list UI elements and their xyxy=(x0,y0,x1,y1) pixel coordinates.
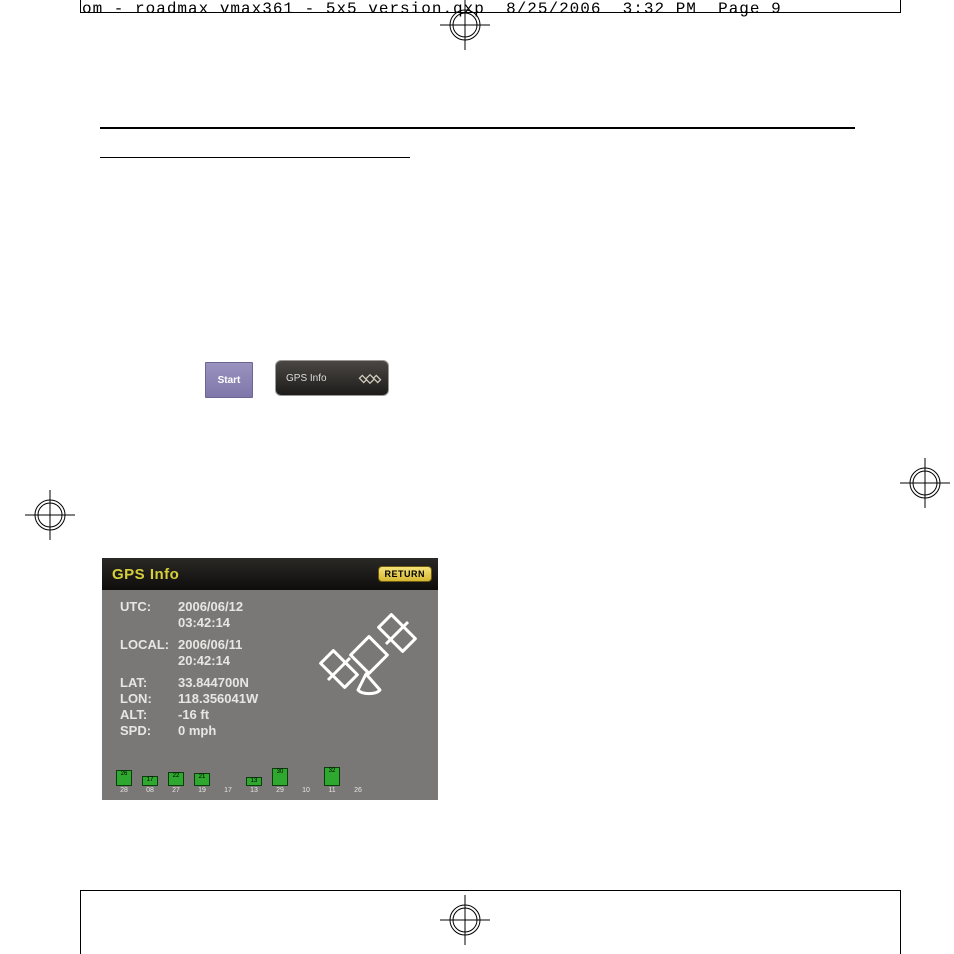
sat-bar: 2119 xyxy=(192,773,212,794)
horizontal-rule xyxy=(100,157,410,158)
utc-label: UTC: xyxy=(120,600,178,615)
sat-bar: 3029 xyxy=(270,768,290,794)
gps-info-screen: GPS Info RETURN UTC:2006/06/12 03:42:14 … xyxy=(102,558,438,800)
lon-value: 118.356041W xyxy=(178,692,258,707)
return-button[interactable]: RETURN xyxy=(378,566,433,582)
lat-label: LAT: xyxy=(120,676,178,691)
sat-bar: 2628 xyxy=(114,770,134,794)
satellite-icon xyxy=(358,367,382,394)
spd-label: SPD: xyxy=(120,724,178,739)
registration-mark-icon xyxy=(440,0,490,50)
gps-info-button[interactable]: GPS Info xyxy=(275,360,389,396)
local-label: LOCAL: xyxy=(120,638,178,653)
crop-tick xyxy=(80,0,81,12)
crop-line xyxy=(80,890,901,891)
sat-bar: 10 xyxy=(296,786,316,794)
gps-titlebar: GPS Info RETURN xyxy=(102,558,438,590)
utc-date: 2006/06/12 xyxy=(178,600,243,615)
spd-value: 0 mph xyxy=(178,724,216,739)
registration-mark-icon xyxy=(440,895,490,945)
crop-tick xyxy=(80,890,81,954)
sat-bar: 1313 xyxy=(244,777,264,794)
satellite-icon xyxy=(308,602,428,715)
sat-bar: 26 xyxy=(348,786,368,794)
local-date: 2006/06/11 xyxy=(178,638,242,653)
local-time: 20:42:14 xyxy=(178,654,230,669)
crop-tick xyxy=(900,0,901,12)
file-header-line: om - roadmax vmax361 - 5x5 version.qxp 8… xyxy=(82,0,782,18)
lon-label: LON: xyxy=(120,692,178,707)
sat-bar: 2227 xyxy=(166,772,186,794)
sat-bar: 17 xyxy=(218,786,238,794)
alt-value: -16 ft xyxy=(178,708,209,723)
registration-mark-icon xyxy=(900,458,950,508)
registration-mark-icon xyxy=(25,490,75,540)
gps-screen-title: GPS Info xyxy=(108,566,179,583)
sat-bar: 1708 xyxy=(140,776,160,794)
lat-value: 33.844700N xyxy=(178,676,249,691)
start-button[interactable]: Start xyxy=(205,362,253,398)
horizontal-rule xyxy=(100,127,855,129)
utc-time: 03:42:14 xyxy=(178,616,230,631)
gps-body: UTC:2006/06/12 03:42:14 LOCAL:2006/06/11… xyxy=(102,590,438,755)
satellite-signal-bars: 2628 1708 2227 2119 17 1313 3029 10 3211 26 xyxy=(114,764,426,794)
sat-bar: 3211 xyxy=(322,767,342,794)
gps-info-button-label: GPS Info xyxy=(286,373,327,384)
crop-tick xyxy=(900,890,901,954)
alt-label: ALT: xyxy=(120,708,178,723)
